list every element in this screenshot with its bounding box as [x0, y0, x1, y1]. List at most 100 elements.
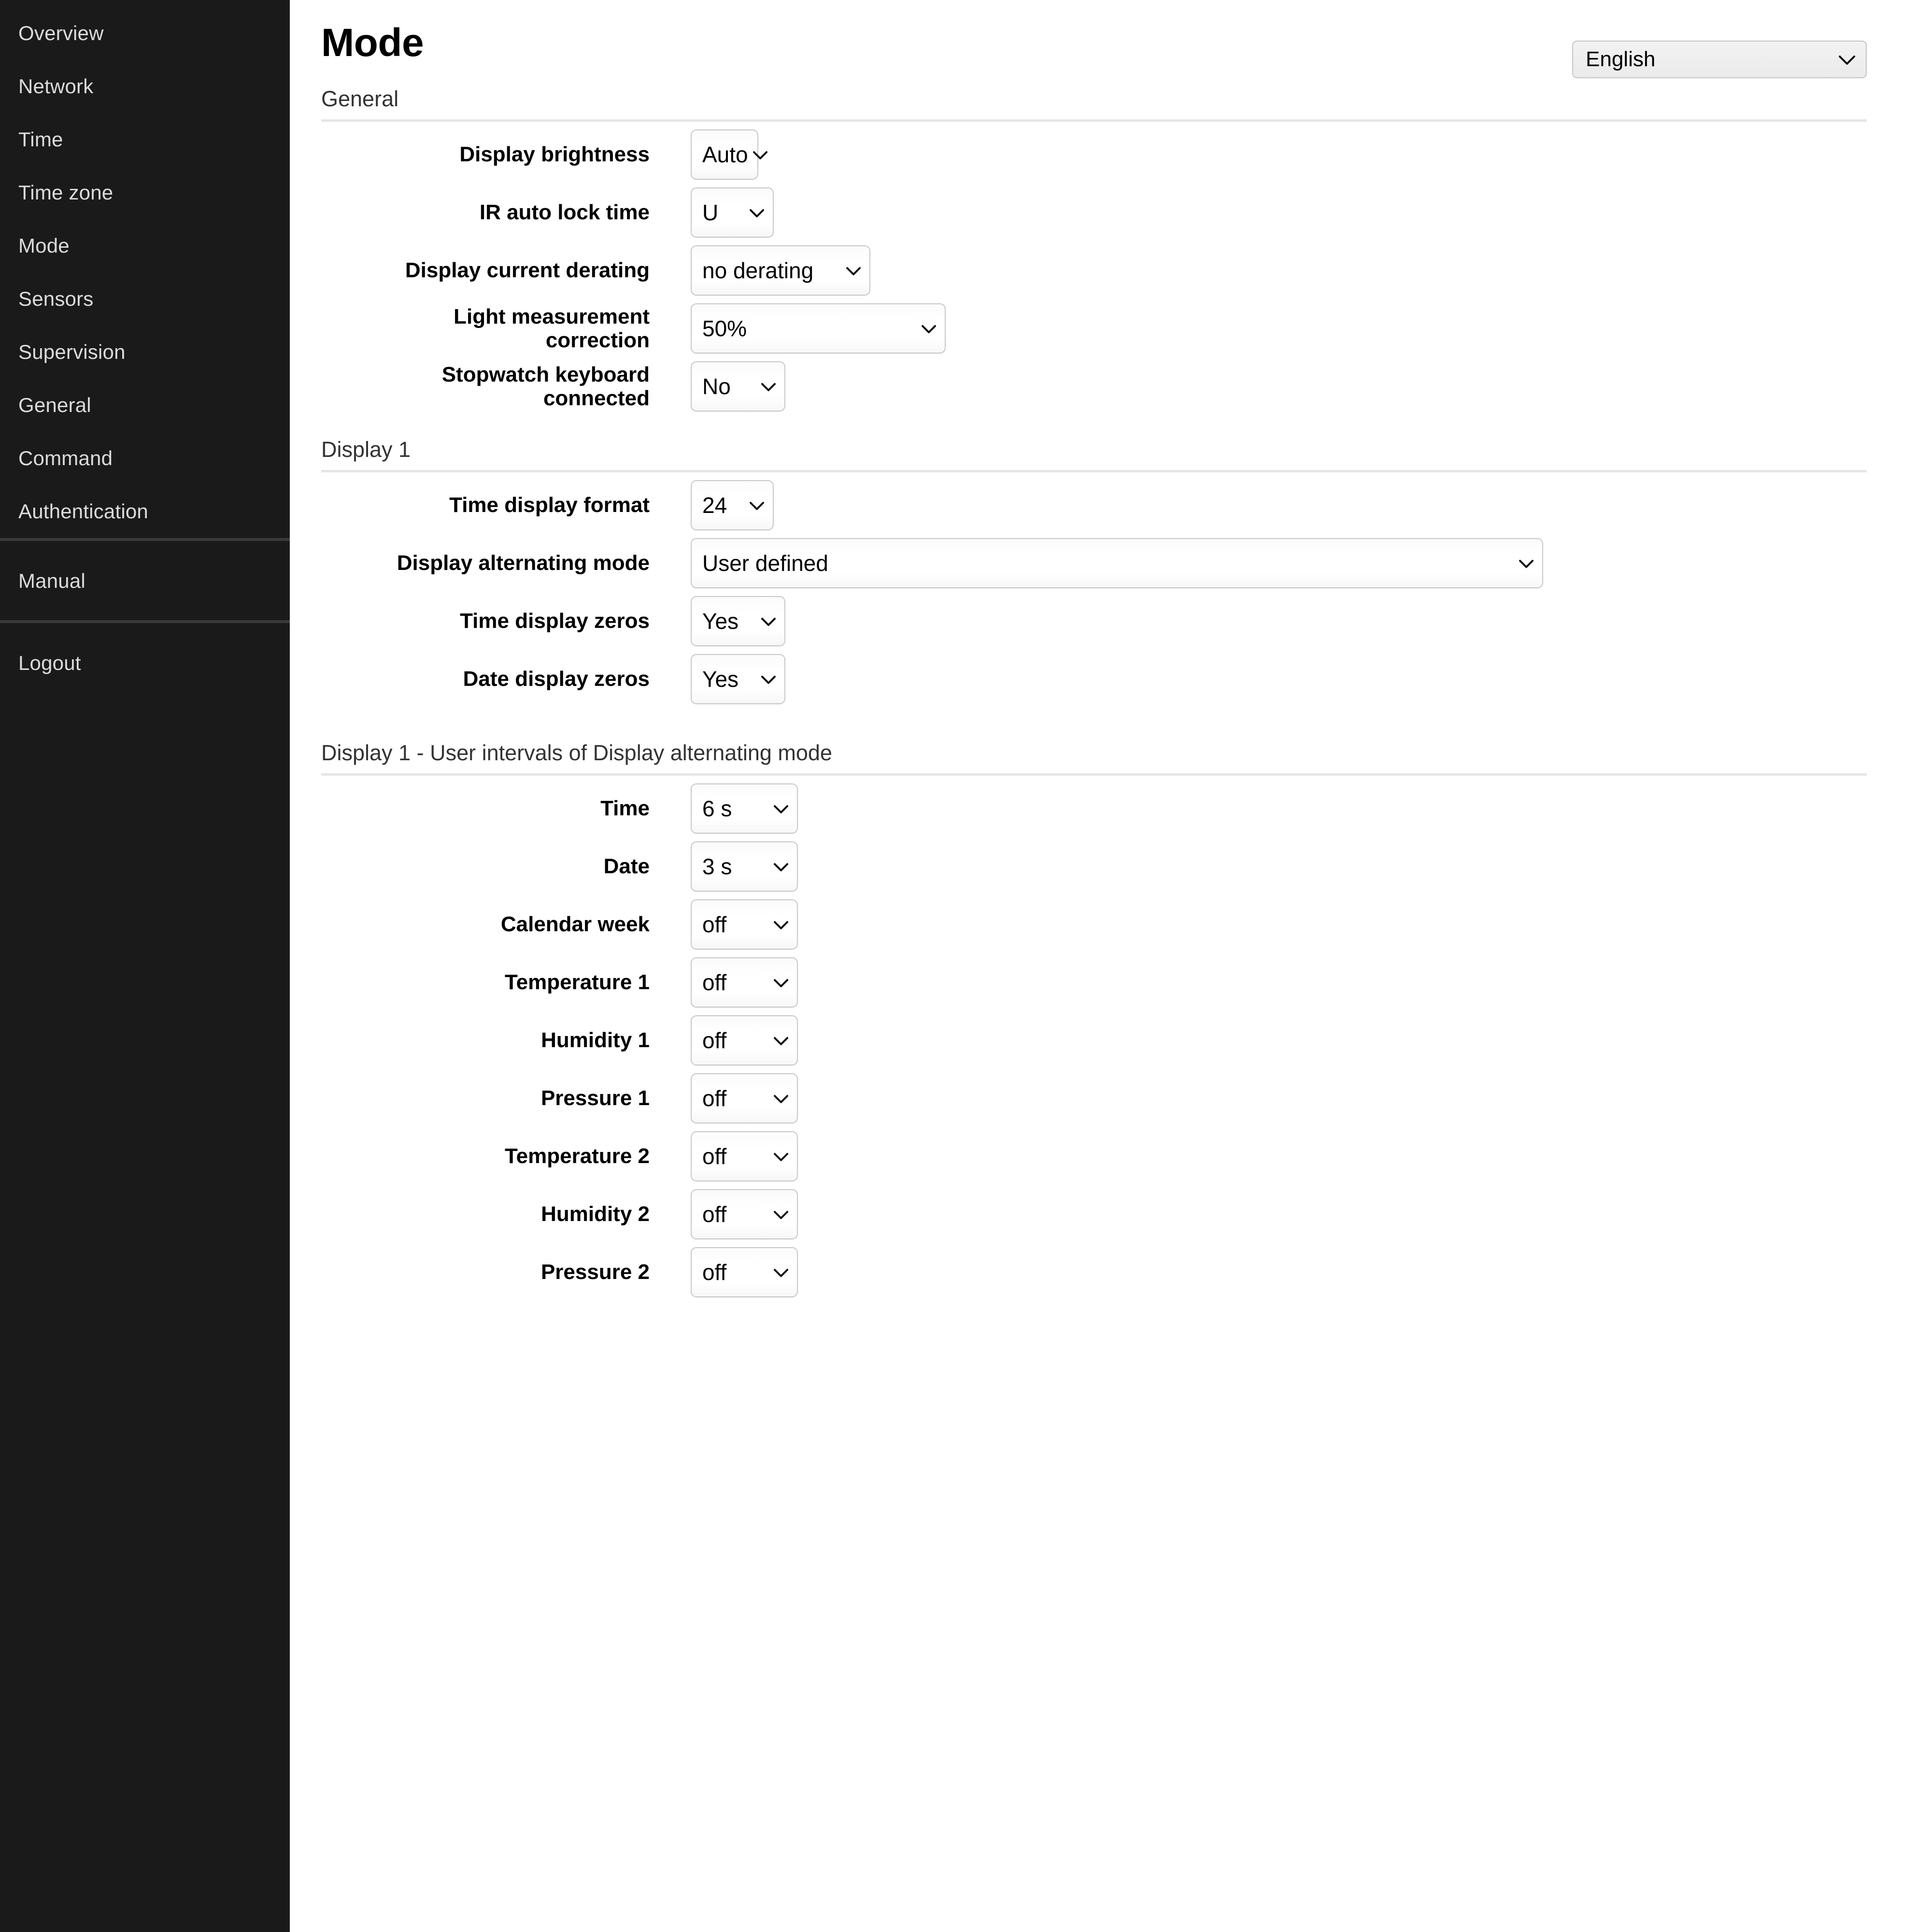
select-display-alternating-mode[interactable]: User defined	[691, 538, 1543, 588]
language-select[interactable]: English	[1572, 41, 1867, 78]
sidebar-manual-group: Manual	[0, 541, 290, 620]
sidebar-item-sensors[interactable]: Sensors	[0, 272, 290, 326]
chevron-down-icon	[1514, 554, 1534, 572]
select-value: off	[702, 1260, 727, 1285]
sidebar-item-mode[interactable]: Mode	[0, 219, 290, 272]
field-label-date: Date	[603, 854, 650, 879]
select-stopwatch-keyboard-connected[interactable]: No	[691, 361, 785, 412]
select-value: 24	[702, 493, 727, 518]
page-topbar: Mode English	[321, 0, 1867, 78]
form-rows: Time 6 s Date 3 s Calendar week off Temperatur…	[321, 783, 1867, 1297]
chevron-down-icon	[841, 261, 861, 280]
select-value: Yes	[702, 609, 739, 634]
select-temperature-2[interactable]: off	[691, 1131, 798, 1181]
chevron-down-icon	[769, 1147, 788, 1165]
chevron-down-icon	[769, 857, 788, 876]
select-pressure-2[interactable]: off	[691, 1247, 798, 1297]
select-light-measurement-correction[interactable]: 50%	[691, 303, 946, 354]
form-row-light-measurement-correction: Light measurement correction 50%	[321, 303, 1867, 354]
select-ir-auto-lock-time[interactable]: U	[691, 187, 774, 238]
section-divider	[321, 470, 1867, 472]
chevron-down-icon	[756, 612, 776, 630]
sidebar-item-logout[interactable]: Logout	[0, 623, 290, 702]
field-label-temperature-1: Temperature 1	[505, 970, 650, 994]
select-time-display-zeros[interactable]: Yes	[691, 596, 785, 646]
select-value: off	[702, 1144, 727, 1169]
form-row-stopwatch-keyboard-connected: Stopwatch keyboard connected No	[321, 361, 1867, 412]
sidebar-item-network[interactable]: Network	[0, 60, 290, 113]
select-value: Auto	[702, 142, 748, 167]
select-value: 50%	[702, 316, 747, 341]
section-display1-intervals: Display 1 - User intervals of Display al…	[321, 704, 1867, 1297]
section-display1: Display 1 Time display format 24 Display al…	[321, 412, 1867, 704]
form-row-ir-auto-lock-time: IR auto lock time U	[321, 187, 1867, 238]
sidebar: Overview Network Time Time zone Mode Sensors S…	[0, 0, 290, 1932]
sidebar-primary-group: Overview Network Time Time zone Mode Sensors S…	[0, 7, 290, 538]
chevron-down-icon	[1839, 50, 1855, 69]
select-value: off	[702, 1086, 727, 1111]
select-time[interactable]: 6 s	[691, 783, 798, 834]
chevron-down-icon	[769, 1263, 788, 1281]
field-label-pressure-2: Pressure 2	[540, 1260, 650, 1284]
chevron-down-icon	[769, 799, 788, 818]
chevron-down-icon	[769, 973, 788, 992]
sidebar-item-general[interactable]: General	[0, 379, 290, 432]
chevron-down-icon	[745, 496, 764, 514]
section-divider	[321, 773, 1867, 776]
field-label-light-measurement-correction: Light measurement correction	[454, 304, 650, 352]
select-value: off	[702, 1202, 727, 1227]
sidebar-item-overview[interactable]: Overview	[0, 7, 290, 60]
settings-sections: General Display brightness Auto IR auto loc…	[321, 77, 1867, 1297]
field-label-time-display-format: Time display format	[449, 493, 650, 517]
select-value: User defined	[702, 551, 828, 576]
select-value: off	[702, 970, 727, 995]
select-date[interactable]: 3 s	[691, 841, 798, 892]
select-humidity-1[interactable]: off	[691, 1015, 798, 1065]
app-root: Overview Network Time Time zone Mode Sensors S…	[0, 0, 1932, 1932]
sidebar-item-supervision[interactable]: Supervision	[0, 326, 290, 379]
chevron-down-icon	[756, 377, 776, 396]
form-row-humidity-1: Humidity 1 off	[321, 1015, 1867, 1065]
sidebar-item-authentication[interactable]: Authentication	[0, 485, 290, 538]
sidebar-item-manual[interactable]: Manual	[0, 541, 290, 620]
sidebar-item-command[interactable]: Command	[0, 432, 290, 485]
select-time-display-format[interactable]: 24	[691, 480, 774, 530]
chevron-down-icon	[769, 1089, 788, 1108]
field-label-humidity-1: Humidity 1	[541, 1028, 650, 1052]
form-row-temperature-2: Temperature 2 off	[321, 1131, 1867, 1181]
field-label-display-current-derating: Display current derating	[405, 258, 650, 283]
field-label-stopwatch-keyboard-connected: Stopwatch keyboard connected	[441, 362, 650, 410]
select-temperature-1[interactable]: off	[691, 957, 798, 1008]
select-display-current-derating[interactable]: no derating	[691, 245, 870, 296]
select-date-display-zeros[interactable]: Yes	[691, 654, 785, 704]
chevron-down-icon	[756, 670, 776, 688]
select-humidity-2[interactable]: off	[691, 1189, 798, 1239]
select-value: 3 s	[702, 854, 732, 879]
select-pressure-1[interactable]: off	[691, 1073, 798, 1123]
field-label-display-alternating-mode: Display alternating mode	[397, 551, 650, 575]
chevron-down-icon	[745, 203, 764, 222]
chevron-down-icon	[769, 1205, 788, 1223]
section-heading: Display 1 - User intervals of Display al…	[321, 740, 832, 765]
chevron-down-icon	[769, 915, 788, 934]
select-value: 6 s	[702, 796, 732, 821]
section-general: General Display brightness Auto IR auto loc…	[321, 77, 1867, 412]
form-row-display-alternating-mode: Display alternating mode User defined	[321, 538, 1867, 588]
form-row-humidity-2: Humidity 2 off	[321, 1189, 1867, 1239]
field-label-ir-auto-lock-time: IR auto lock time	[479, 200, 650, 225]
form-row-date-display-zeros: Date display zeros Yes	[321, 654, 1867, 704]
form-row-time-display-format: Time display format 24	[321, 480, 1867, 530]
sidebar-item-time[interactable]: Time	[0, 113, 290, 166]
select-value: off	[702, 1028, 727, 1053]
field-label-temperature-2: Temperature 2	[505, 1144, 650, 1168]
field-label-date-display-zeros: Date display zeros	[463, 667, 650, 691]
main-content: Mode English General Display brightness Au…	[290, 0, 1932, 1932]
language-select-value: English	[1586, 47, 1656, 71]
form-row-temperature-1: Temperature 1 off	[321, 957, 1867, 1008]
select-calendar-week[interactable]: off	[691, 899, 798, 950]
sidebar-item-time-zone[interactable]: Time zone	[0, 166, 290, 219]
select-display-brightness[interactable]: Auto	[691, 129, 767, 180]
sidebar-logout-group: Logout	[0, 623, 290, 702]
